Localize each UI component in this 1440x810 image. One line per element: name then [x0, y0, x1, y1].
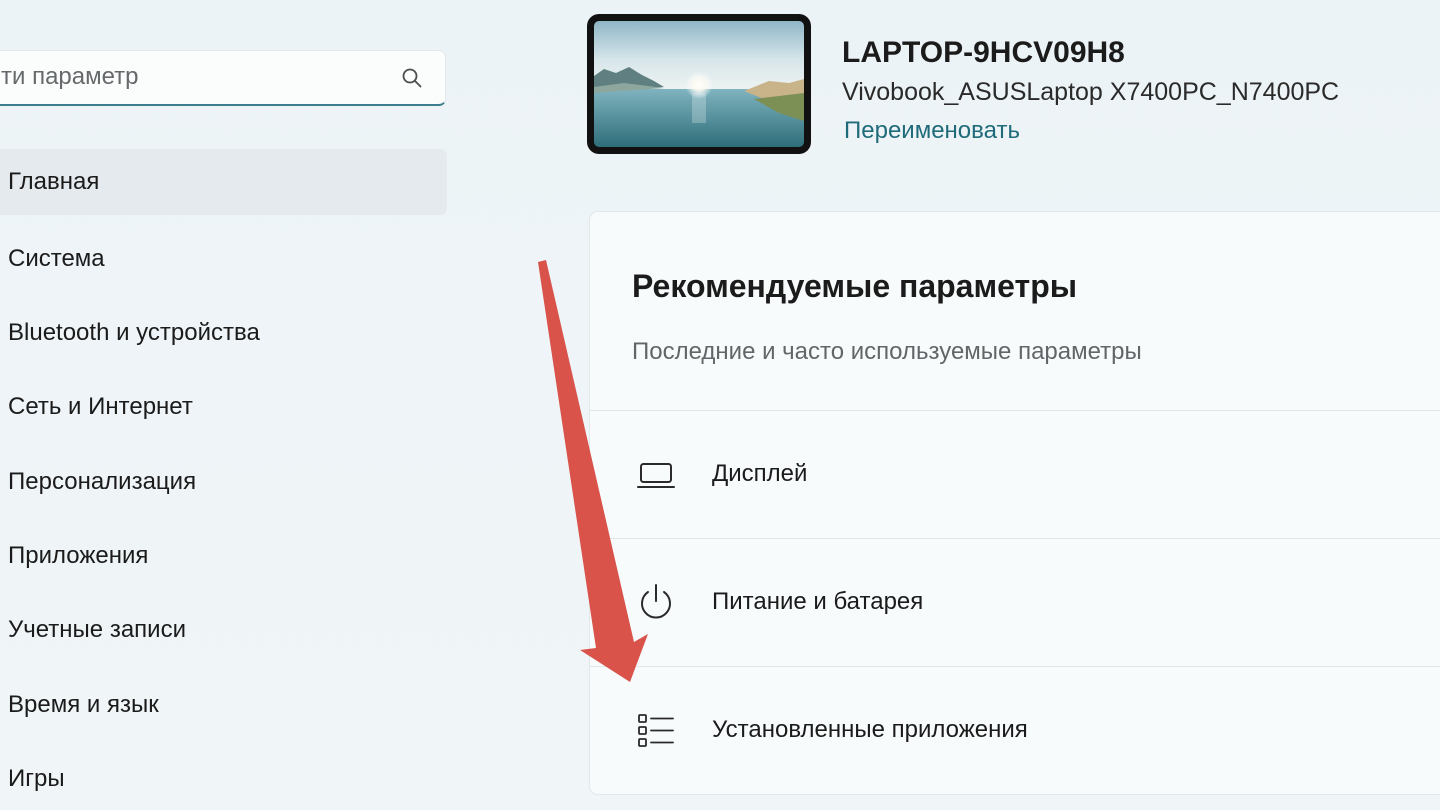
device-model: Vivobook_ASUSLaptop X7400PC_N7400PC: [842, 78, 1340, 106]
recommended-item-label: Установленные приложения: [712, 716, 1028, 743]
recommended-item-display[interactable]: Дисплей: [590, 410, 1440, 538]
sidebar-item-system[interactable]: Система: [0, 226, 447, 292]
display-icon: [637, 463, 675, 488]
sidebar-item-accounts[interactable]: Учетные записи: [0, 597, 447, 663]
sidebar-item-label: Персонализация: [8, 468, 197, 495]
sidebar-item-home[interactable]: Главная: [0, 149, 447, 215]
recommended-settings-card: Рекомендуемые параметры Последние и част…: [589, 211, 1440, 795]
recommended-item-label: Питание и батарея: [712, 588, 924, 615]
recommended-item-label: Дисплей: [712, 460, 808, 487]
sidebar-item-label: Bluetooth и устройства: [8, 319, 260, 346]
device-name: LAPTOP-9HCV09H8: [842, 36, 1125, 69]
power-icon: [641, 584, 671, 619]
device-wallpaper-thumbnail: [587, 14, 811, 154]
sidebar-item-label: Система: [8, 245, 105, 272]
settings-search-box[interactable]: [0, 50, 446, 106]
recommended-item-installed-apps[interactable]: Установленные приложения: [590, 666, 1440, 794]
apps-list-icon: [638, 714, 674, 747]
sidebar-item-label: Приложения: [8, 542, 149, 569]
sidebar-item-label: Сеть и Интернет: [8, 393, 193, 420]
search-input[interactable]: [0, 51, 381, 103]
search-icon[interactable]: [401, 67, 423, 89]
sidebar-item-apps[interactable]: Приложения: [0, 523, 447, 589]
wallpaper-image: [594, 21, 804, 147]
sidebar-item-label: Время и язык: [8, 691, 159, 718]
rename-device-link[interactable]: Переименовать: [844, 117, 1020, 145]
card-subtitle: Последние и часто используемые параметры: [632, 338, 1142, 365]
sidebar-item-network-internet[interactable]: Сеть и Интернет: [0, 374, 447, 440]
sidebar-item-time-language[interactable]: Время и язык: [0, 672, 447, 738]
sidebar-item-gaming[interactable]: Игры: [0, 746, 447, 810]
sidebar-item-personalization[interactable]: Персонализация: [0, 449, 447, 515]
sidebar-item-label: Главная: [8, 168, 100, 195]
card-title: Рекомендуемые параметры: [632, 268, 1078, 304]
sidebar-item-label: Учетные записи: [8, 616, 186, 643]
sidebar-item-label: Игры: [8, 765, 65, 792]
sidebar-item-bluetooth-devices[interactable]: Bluetooth и устройства: [0, 300, 447, 366]
recommended-item-power-battery[interactable]: Питание и батарея: [590, 538, 1440, 666]
